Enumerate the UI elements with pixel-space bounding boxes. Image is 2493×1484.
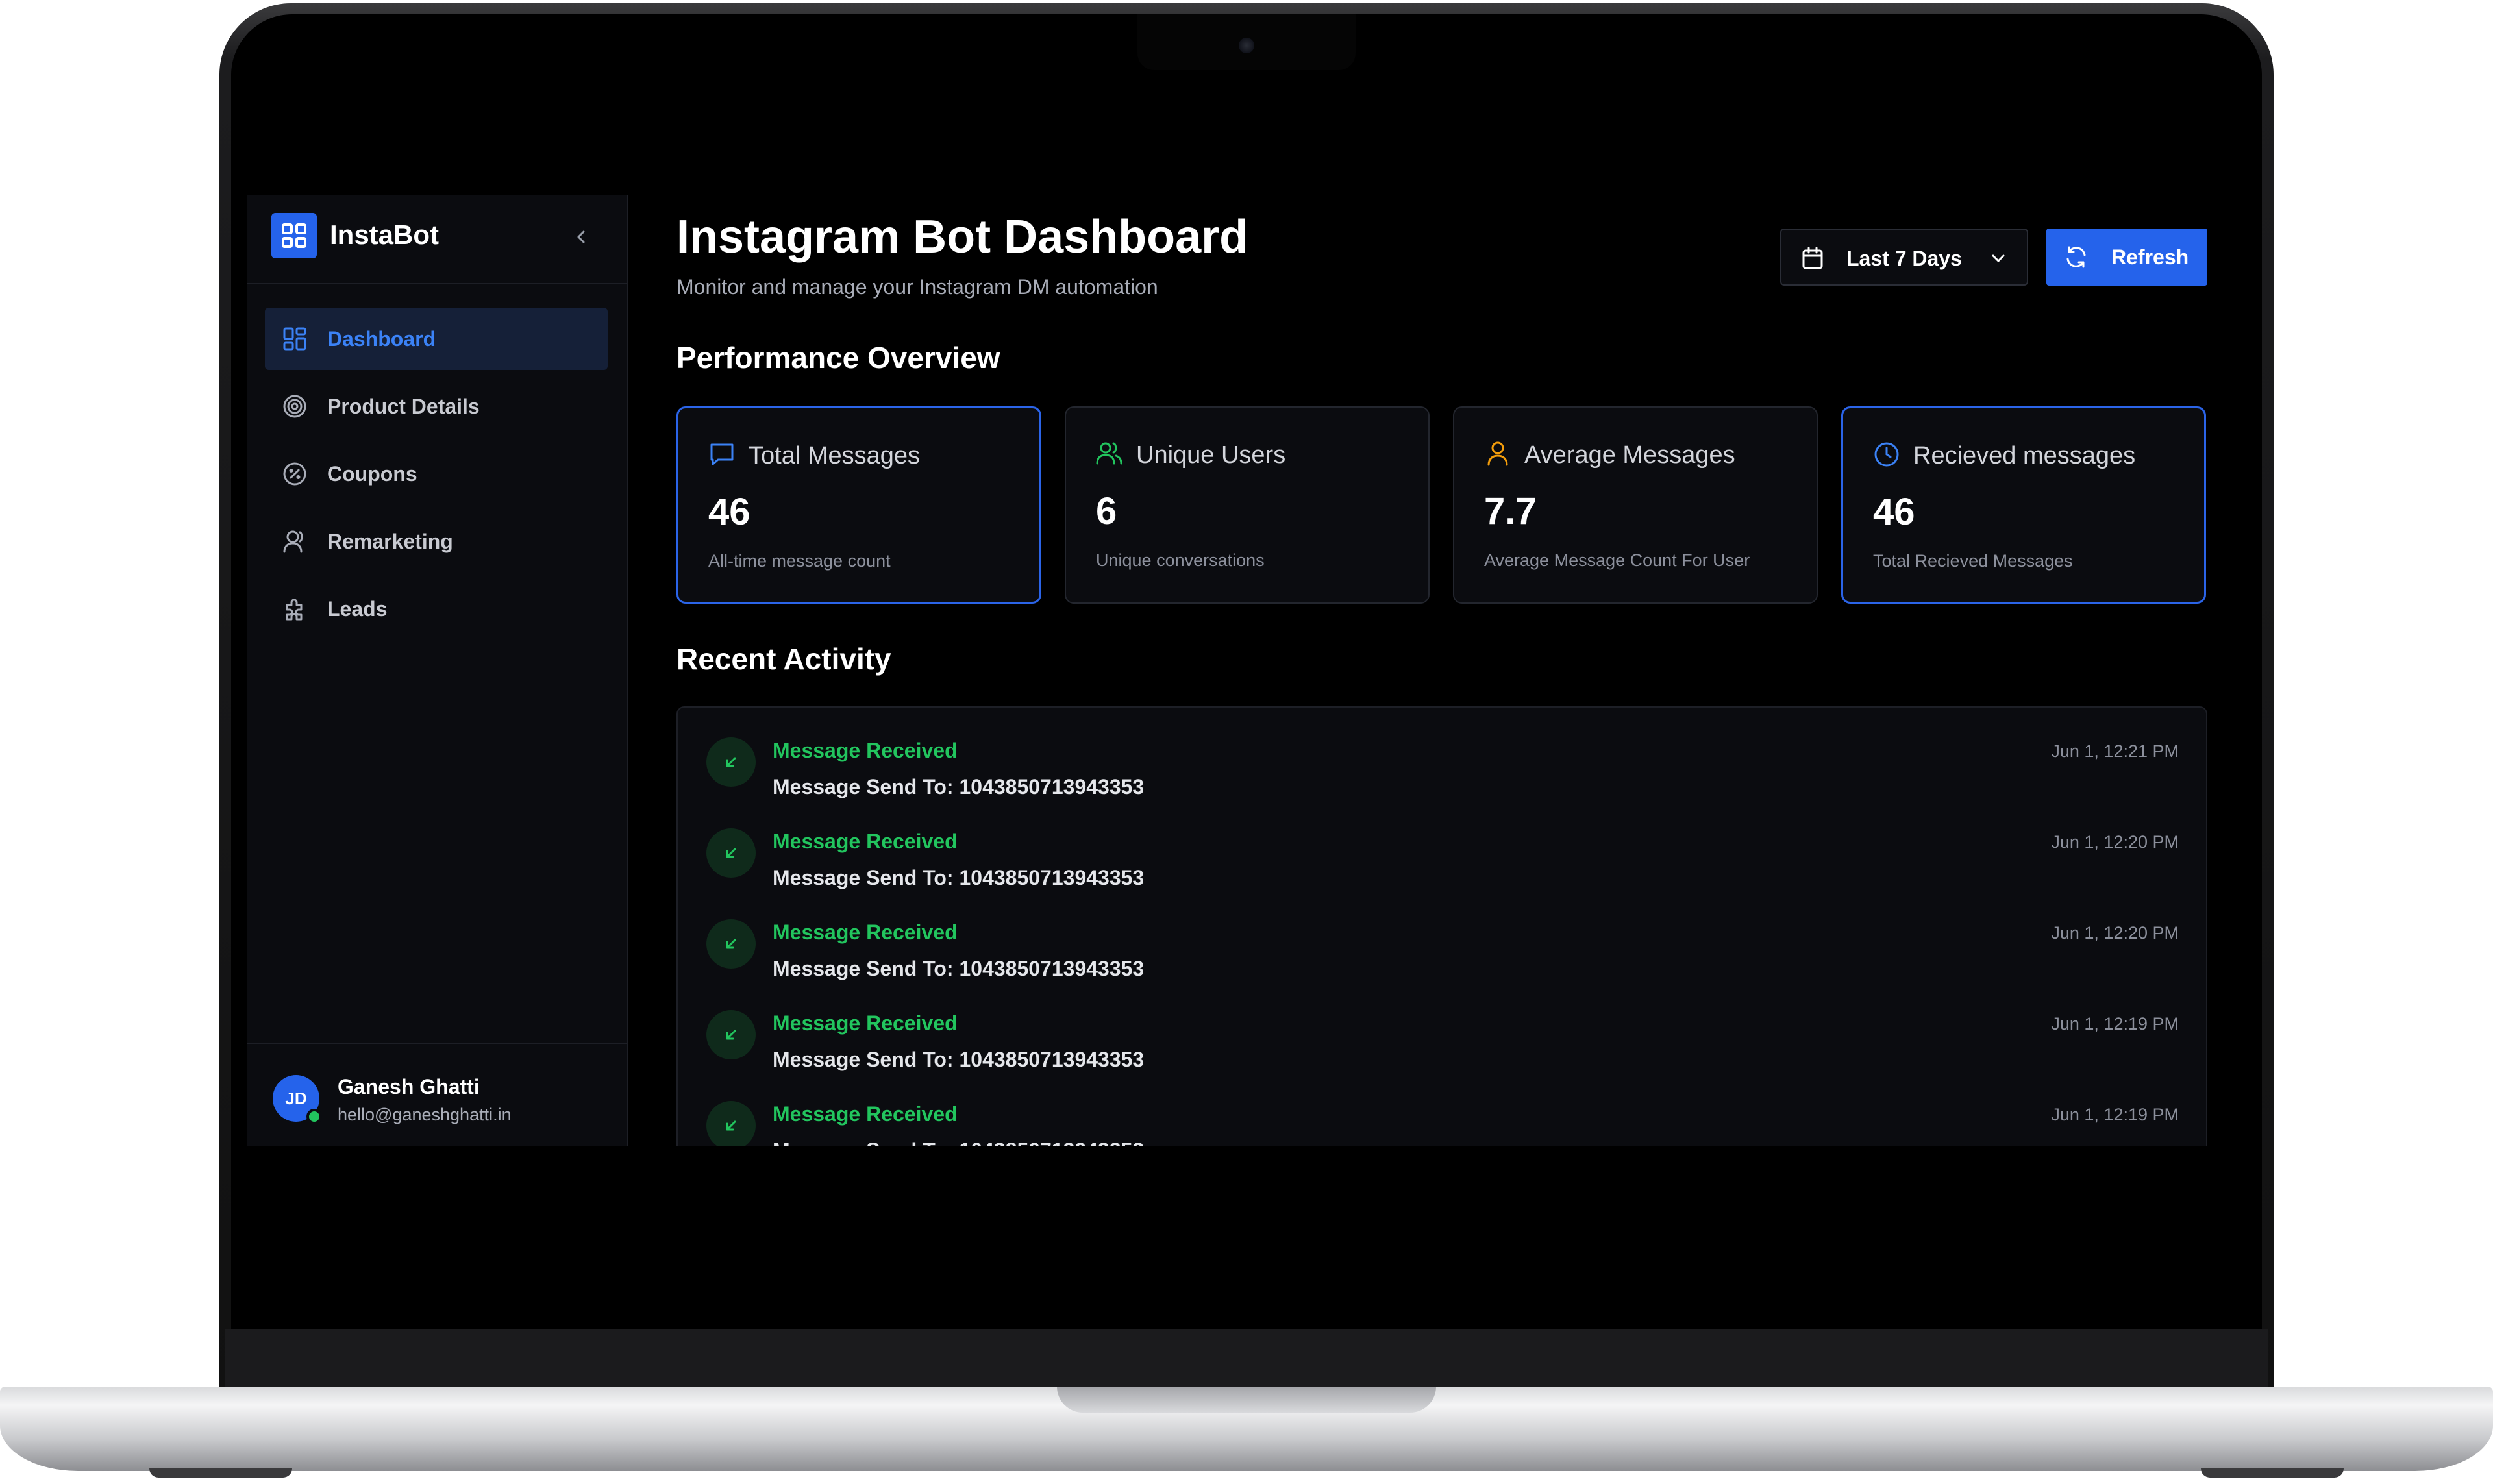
arrow-down-left-icon <box>706 737 756 787</box>
sidebar-item-coupons[interactable]: Coupons <box>265 443 608 505</box>
stat-title: Unique Users <box>1136 441 1286 469</box>
sidebar-item-product-details[interactable]: Product Details <box>265 375 608 438</box>
sidebar-item-dashboard[interactable]: Dashboard <box>265 308 608 370</box>
stat-card-average-messages[interactable]: Average Messages 7.7 Average Message Cou… <box>1453 406 1818 604</box>
activity-item[interactable]: Message Received Message Send To: 104385… <box>678 708 2206 798</box>
stat-value: 46 <box>1873 491 1915 533</box>
brand-header: InstaBot <box>247 195 627 284</box>
activity-text: Message Send To: 1043850713943353 <box>773 957 1145 980</box>
sidebar-item-label: Product Details <box>327 395 480 418</box>
arrow-down-left-icon <box>706 828 756 878</box>
clock-icon <box>1874 442 1899 467</box>
arrow-down-left-icon <box>706 919 756 969</box>
calendar-icon <box>1802 247 1823 269</box>
laptop-foot <box>2201 1468 2344 1478</box>
stat-description: Unique conversations <box>1096 550 1265 570</box>
arrow-down-left-icon <box>706 1010 756 1059</box>
arrow-down-left-icon <box>706 1101 756 1146</box>
stat-card-total-messages[interactable]: Total Messages 46 All-time message count <box>676 406 1041 604</box>
performance-overview-title: Performance Overview <box>676 341 1000 375</box>
activity-title: Message Received <box>773 921 958 944</box>
activity-timestamp: Jun 1, 12:20 PM <box>2051 832 2179 852</box>
page-title: Instagram Bot Dashboard <box>676 211 1248 263</box>
activity-list: Message Received Message Send To: 104385… <box>676 706 2207 1146</box>
user-email: hello@ganeshghatti.in <box>338 1105 512 1124</box>
user-profile[interactable]: JD Ganesh Ghatti hello@ganeshghatti.in <box>247 1043 627 1146</box>
chevron-down-icon <box>1992 254 2005 262</box>
laptop-base-notch <box>1057 1387 1436 1413</box>
sidebar-item-label: Dashboard <box>327 327 436 351</box>
users-icon <box>1096 442 1122 465</box>
date-range-dropdown[interactable]: Last 7 Days <box>1780 229 2028 286</box>
activity-item[interactable]: Message Received Message Send To: 104385… <box>678 980 2206 1071</box>
bezel-bottom <box>225 1329 2268 1389</box>
app-window: InstaBot Dashboard Product Details Coupo… <box>247 195 2220 1146</box>
message-icon <box>710 443 734 465</box>
activity-title: Message Received <box>773 1102 958 1126</box>
sidebar-item-label: Leads <box>327 597 388 621</box>
stat-description: All-time message count <box>708 551 891 571</box>
activity-title: Message Received <box>773 1011 958 1035</box>
collapse-sidebar-button[interactable] <box>565 221 597 253</box>
activity-timestamp: Jun 1, 12:21 PM <box>2051 741 2179 761</box>
sidebar-item-label: Coupons <box>327 462 417 486</box>
activity-title: Message Received <box>773 739 958 762</box>
stat-card-received-messages[interactable]: Recieved messages 46 Total Recieved Mess… <box>1841 406 2206 604</box>
target-icon <box>283 395 306 418</box>
activity-timestamp: Jun 1, 12:20 PM <box>2051 923 2179 943</box>
sidebar-item-remarketing[interactable]: Remarketing <box>265 510 608 573</box>
stat-title: Total Messages <box>749 442 921 469</box>
user-icon <box>1487 441 1508 466</box>
refresh-label: Refresh <box>2111 245 2189 269</box>
activity-item[interactable]: Message Received Message Send To: 104385… <box>678 889 2206 980</box>
grid-logo-icon <box>271 213 317 258</box>
activity-item[interactable]: Message Received Message Send To: 104385… <box>678 1071 2206 1146</box>
date-range-value: Last 7 Days <box>1846 247 1962 270</box>
stat-description: Average Message Count For User <box>1484 550 1750 570</box>
activity-timestamp: Jun 1, 12:19 PM <box>2051 1105 2179 1124</box>
refresh-button[interactable]: Refresh <box>2046 229 2207 286</box>
sidebar-nav: Dashboard Product Details Coupons Remark… <box>247 308 627 645</box>
activity-text: Message Send To: 1043850713943353 <box>773 1048 1145 1071</box>
sidebar-item-label: Remarketing <box>327 530 453 553</box>
activity-timestamp: Jun 1, 12:19 PM <box>2051 1014 2179 1033</box>
camera-icon <box>1239 38 1254 53</box>
online-status-icon <box>306 1109 322 1124</box>
stat-title: Recieved messages <box>1913 442 2136 469</box>
brand-name: InstaBot <box>330 219 439 250</box>
coupon-icon <box>283 462 306 486</box>
dashboard-icon <box>283 327 306 351</box>
sidebar-item-leads[interactable]: Leads <box>265 578 608 640</box>
sidebar: InstaBot Dashboard Product Details Coupo… <box>247 195 628 1146</box>
stat-title: Average Messages <box>1524 441 1735 469</box>
user-icon <box>283 530 303 553</box>
stat-value: 7.7 <box>1484 490 1537 532</box>
refresh-icon <box>2066 246 2086 268</box>
activity-text: Message Send To: 1043850713943353 <box>773 866 1145 889</box>
stat-value: 6 <box>1096 490 1117 532</box>
page-subtitle: Monitor and manage your Instagram DM aut… <box>676 275 1158 299</box>
stat-card-unique-users[interactable]: Unique Users 6 Unique conversations <box>1065 406 1430 604</box>
activity-title: Message Received <box>773 830 958 853</box>
activity-text: Message Send To: 1043850713943353 <box>773 1139 1144 1146</box>
chevron-left-icon <box>577 230 585 243</box>
activity-text: Message Send To: 1043850713943353 <box>773 775 1145 798</box>
main-content: Instagram Bot Dashboard Monitor and mana… <box>628 195 2220 1146</box>
user-name: Ganesh Ghatti <box>338 1075 480 1098</box>
recent-activity-title: Recent Activity <box>676 642 891 676</box>
laptop-foot <box>149 1468 292 1478</box>
puzzle-icon <box>286 599 303 621</box>
activity-item[interactable]: Message Received Message Send To: 104385… <box>678 798 2206 889</box>
stat-value: 46 <box>708 491 750 533</box>
stat-description: Total Recieved Messages <box>1873 551 2073 571</box>
